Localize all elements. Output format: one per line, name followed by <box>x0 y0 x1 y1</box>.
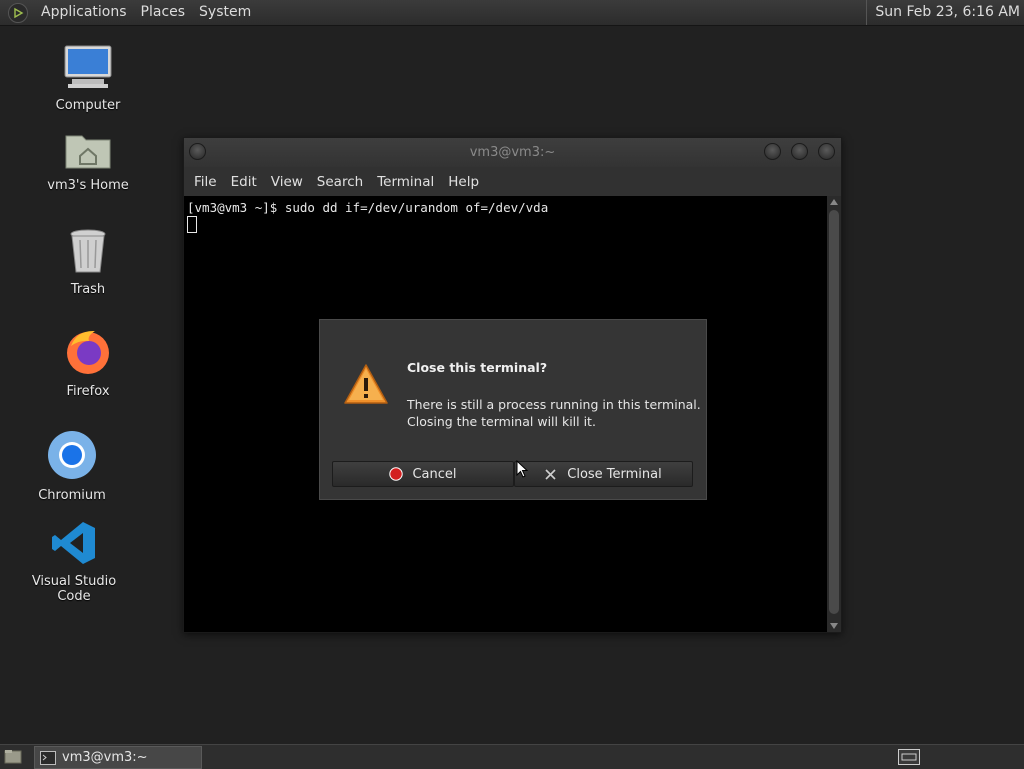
menu-search[interactable]: Search <box>310 174 370 190</box>
close-window-button[interactable] <box>818 143 835 160</box>
cancel-button[interactable]: Cancel <box>332 461 514 487</box>
menu-help[interactable]: Help <box>441 174 486 190</box>
mouse-pointer-icon <box>516 460 528 478</box>
menu-view[interactable]: View <box>264 174 310 190</box>
desktop-icon-trash[interactable]: Trash <box>28 228 148 297</box>
menu-system[interactable]: System <box>192 0 258 25</box>
scroll-up-arrow-icon[interactable] <box>830 199 838 205</box>
scrollbar-thumb[interactable] <box>829 210 839 614</box>
clock[interactable]: Sun Feb 23, 6:16 AM <box>866 0 1020 25</box>
trash-icon <box>70 229 106 273</box>
desktop-icon-label: Trash <box>70 282 106 297</box>
close-terminal-dialog: Close this terminal? There is still a pr… <box>319 319 707 500</box>
vscode-icon <box>52 522 95 564</box>
terminal-prompt-line: [vm3@vm3 ~]$ sudo dd if=/dev/urandom of=… <box>187 200 549 215</box>
desktop-icon-firefox[interactable]: Firefox <box>28 326 148 399</box>
menu-edit[interactable]: Edit <box>224 174 264 190</box>
menu-file[interactable]: File <box>187 174 224 190</box>
desktop-icon-label: Chromium <box>38 488 106 503</box>
desktop-icon-home[interactable]: vm3's Home <box>28 128 148 193</box>
taskbar-task-terminal[interactable]: vm3@vm3:~ <box>34 746 202 769</box>
close-icon <box>545 468 556 480</box>
desktop-icon-chromium[interactable]: Chromium <box>12 430 132 503</box>
taskbar-task-label: vm3@vm3:~ <box>62 750 148 765</box>
home-folder-icon <box>65 135 111 169</box>
top-menu: Applications Places System <box>0 0 258 25</box>
menu-applications[interactable]: Applications <box>34 0 134 25</box>
dialog-title: Close this terminal? <box>407 360 548 375</box>
cancel-icon <box>389 467 404 481</box>
close-terminal-button-label: Close Terminal <box>567 466 662 482</box>
workspace-switcher-icon[interactable] <box>898 749 920 765</box>
cancel-button-label: Cancel <box>412 466 457 482</box>
dialog-message-line: There is still a process running in this… <box>407 397 701 412</box>
terminal-menubar: File Edit View Search Terminal Help <box>184 167 841 196</box>
applications-logo-icon[interactable] <box>8 2 28 23</box>
desktop-icon-label: Visual Studio Code <box>31 574 117 604</box>
show-desktop-icon[interactable] <box>4 749 22 764</box>
terminal-cursor <box>187 216 197 233</box>
window-title: vm3@vm3:~ <box>469 145 556 160</box>
chromium-icon <box>48 431 96 479</box>
computer-icon <box>64 45 112 88</box>
maximize-button[interactable] <box>791 143 808 160</box>
scroll-down-arrow-icon[interactable] <box>830 623 838 629</box>
terminal-icon <box>40 750 56 765</box>
close-terminal-button[interactable]: Close Terminal <box>514 461 693 487</box>
top-panel: Applications Places System Sun Feb 23, 6… <box>0 0 1024 26</box>
firefox-icon <box>67 330 109 374</box>
desktop-icon-computer[interactable]: Computer <box>28 44 148 113</box>
window-titlebar[interactable]: vm3@vm3:~ <box>184 138 841 167</box>
bottom-panel: vm3@vm3:~ <box>0 744 1024 769</box>
desktop-icon-label: vm3's Home <box>47 178 129 193</box>
menu-terminal[interactable]: Terminal <box>370 174 441 190</box>
desktop-icon-label: Computer <box>55 98 121 113</box>
menu-places[interactable]: Places <box>134 0 193 25</box>
minimize-button[interactable] <box>764 143 781 160</box>
dialog-message: There is still a process running in this… <box>407 396 701 430</box>
desktop-icon-vscode[interactable]: Visual Studio Code <box>14 520 134 604</box>
desktop-icon-label: Firefox <box>66 384 110 399</box>
warning-icon <box>344 364 388 404</box>
terminal-scrollbar[interactable] <box>827 196 841 632</box>
dialog-message-line: Closing the terminal will kill it. <box>407 414 596 429</box>
